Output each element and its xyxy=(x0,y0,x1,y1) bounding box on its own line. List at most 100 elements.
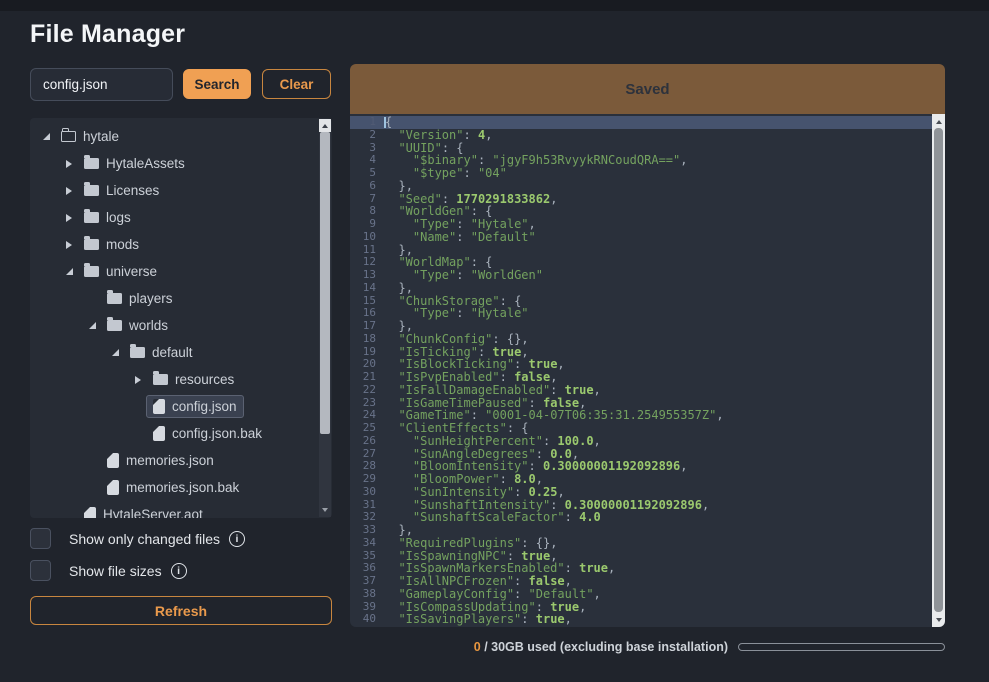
tree-item-selected[interactable]: config.json xyxy=(146,395,244,418)
tree-item[interactable]: config.json.bak xyxy=(146,422,269,445)
chevron-right-icon[interactable] xyxy=(61,210,77,226)
code-line[interactable]: 32 "SunshaftScaleFactor": 4.0 xyxy=(350,511,932,524)
code-line[interactable]: 13 "Type": "WorldGen" xyxy=(350,269,932,282)
show-only-changed-files-label: Show only changed files xyxy=(69,531,220,547)
search-input[interactable] xyxy=(30,68,173,101)
file-icon xyxy=(107,480,119,495)
folder-icon xyxy=(84,158,99,169)
tree-item[interactable]: resources xyxy=(146,368,241,391)
save-status-banner: Saved xyxy=(350,64,945,114)
tree-row[interactable]: HytaleServer.aot xyxy=(30,501,319,518)
file-icon xyxy=(153,426,165,441)
tree-item[interactable]: hytale xyxy=(54,125,126,148)
tree-row[interactable]: memories.json xyxy=(30,447,319,474)
tree-row[interactable]: HytaleAssets xyxy=(30,150,319,177)
show-file-sizes-checkbox[interactable] xyxy=(30,560,51,581)
folder-icon xyxy=(84,239,99,250)
arrow-spacer xyxy=(130,426,146,442)
line-number: 13 xyxy=(350,269,384,282)
tree-row[interactable]: Licenses xyxy=(30,177,319,204)
folder-icon xyxy=(153,374,168,385)
tree-item-label: mods xyxy=(106,237,139,252)
code-lines[interactable]: 1{2 "Version": 4,3 "UUID": {4 "$binary":… xyxy=(350,116,932,626)
scroll-up-icon[interactable] xyxy=(319,119,331,132)
folder-icon xyxy=(107,320,122,331)
tree-row[interactable]: default xyxy=(30,339,319,366)
chevron-expanded-icon[interactable] xyxy=(61,264,77,280)
file-tree-panel: hytale HytaleAssets Licenses logs mods univer… xyxy=(30,118,332,518)
option-show-file-sizes: Show file sizes i xyxy=(30,560,187,581)
chevron-expanded-icon[interactable] xyxy=(84,318,100,334)
code-line[interactable]: 10 "Name": "Default" xyxy=(350,231,932,244)
code-text[interactable]: "IsSavingPlayers": true, xyxy=(384,613,572,626)
refresh-button[interactable]: Refresh xyxy=(30,596,332,625)
tree-row[interactable]: resources xyxy=(30,366,319,393)
storage-used-value: 0 xyxy=(474,640,481,654)
code-text[interactable]: { xyxy=(384,116,392,129)
scrollbar-thumb[interactable] xyxy=(320,132,330,434)
tree-item-label: HytaleServer.aot xyxy=(103,507,203,518)
tree-item[interactable]: Licenses xyxy=(77,179,166,202)
tree-scrollbar[interactable] xyxy=(319,119,331,517)
tree-item[interactable]: players xyxy=(100,287,180,310)
scrollbar-thumb[interactable] xyxy=(934,128,943,612)
tree-row[interactable]: worlds xyxy=(30,312,319,339)
show-only-changed-files-checkbox[interactable] xyxy=(30,528,51,549)
line-number: 8 xyxy=(350,205,384,218)
line-number: 1 xyxy=(350,116,384,129)
tree-item-label: hytale xyxy=(83,129,119,144)
tree-item[interactable]: worlds xyxy=(100,314,175,337)
editor-scrollbar[interactable] xyxy=(932,114,945,627)
folder-icon xyxy=(84,266,99,277)
clear-button[interactable]: Clear xyxy=(262,69,331,99)
tree-row[interactable]: universe xyxy=(30,258,319,285)
tree-item-label: memories.json xyxy=(126,453,214,468)
chevron-right-icon[interactable] xyxy=(61,156,77,172)
code-line[interactable]: 5 "$type": "04" xyxy=(350,167,932,180)
chevron-expanded-icon[interactable] xyxy=(107,345,123,361)
scroll-down-icon[interactable] xyxy=(932,614,945,625)
line-number: 10 xyxy=(350,231,384,244)
tree-item[interactable]: HytaleAssets xyxy=(77,152,192,175)
line-number: 40 xyxy=(350,613,384,626)
tree-item[interactable]: logs xyxy=(77,206,138,229)
tree-row[interactable]: memories.json.bak xyxy=(30,474,319,501)
tree-item[interactable]: memories.json xyxy=(100,449,221,472)
tree-row[interactable]: logs xyxy=(30,204,319,231)
tree-item[interactable]: memories.json.bak xyxy=(100,476,246,499)
tree-item[interactable]: HytaleServer.aot xyxy=(77,503,210,518)
tree-row[interactable]: mods xyxy=(30,231,319,258)
code-text[interactable]: "SunshaftScaleFactor": 4.0 xyxy=(384,511,601,524)
scroll-down-icon[interactable] xyxy=(319,504,331,516)
file-icon xyxy=(107,453,119,468)
tree-row[interactable]: hytale xyxy=(30,123,319,150)
chevron-right-icon[interactable] xyxy=(61,237,77,253)
code-editor[interactable]: 1{2 "Version": 4,3 "UUID": {4 "$binary":… xyxy=(350,114,945,627)
scroll-up-icon[interactable] xyxy=(932,116,945,127)
tree-item[interactable]: mods xyxy=(77,233,146,256)
tree-item[interactable]: default xyxy=(123,341,200,364)
search-button[interactable]: Search xyxy=(183,69,251,99)
tree-row[interactable]: config.json xyxy=(30,393,319,420)
tree-item[interactable]: universe xyxy=(77,260,164,283)
code-line[interactable]: 16 "Type": "Hytale" xyxy=(350,307,932,320)
arrow-spacer xyxy=(130,399,146,415)
folder-icon xyxy=(84,185,99,196)
chevron-right-icon[interactable] xyxy=(61,183,77,199)
line-number: 2 xyxy=(350,129,384,142)
tree-row[interactable]: config.json.bak xyxy=(30,420,319,447)
line-number: 7 xyxy=(350,193,384,206)
folder-icon xyxy=(107,293,122,304)
code-line[interactable]: 40 "IsSavingPlayers": true, xyxy=(350,613,932,626)
tree-row[interactable]: players xyxy=(30,285,319,312)
info-icon[interactable]: i xyxy=(229,531,245,547)
chevron-right-icon[interactable] xyxy=(130,372,146,388)
line-number: 5 xyxy=(350,167,384,180)
show-file-sizes-label: Show file sizes xyxy=(69,563,162,579)
file-icon xyxy=(153,399,165,414)
folder-icon xyxy=(130,347,145,358)
chevron-expanded-icon[interactable] xyxy=(38,129,54,145)
info-icon[interactable]: i xyxy=(171,563,187,579)
line-number: 9 xyxy=(350,218,384,231)
page-title: File Manager xyxy=(30,20,185,49)
